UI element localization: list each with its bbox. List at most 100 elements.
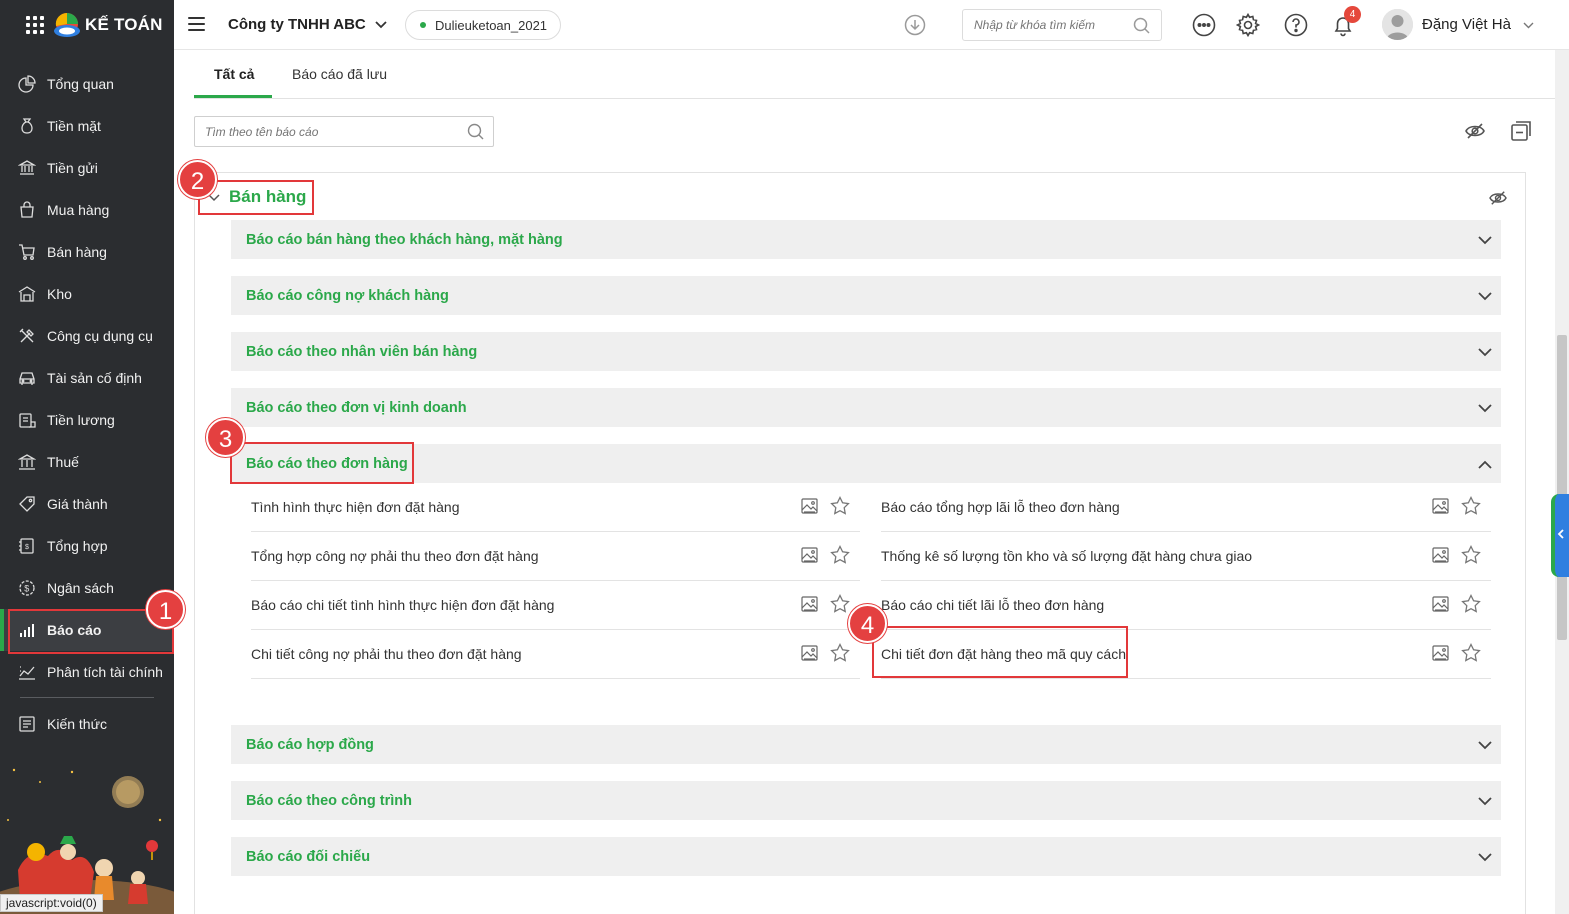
image-preview-icon[interactable]	[801, 644, 818, 661]
section-nhan-vien-ban-hang[interactable]: Báo cáo theo nhân viên bán hàng	[231, 332, 1501, 371]
report-tabs: Tất cả Báo cáo đã lưu	[194, 50, 1555, 99]
image-preview-icon[interactable]	[1432, 644, 1449, 661]
collapse-all-icon[interactable]	[1510, 120, 1532, 145]
sidebar-item-tien-mat[interactable]: Tiền mặt	[0, 105, 174, 147]
sidebar: KẾ TOÁN Tổng quan Tiền mặt Tiền gửi Mua …	[0, 0, 174, 914]
report-item[interactable]: Tình hình thực hiện đơn đặt hàng	[251, 483, 860, 532]
hamburger-menu-icon[interactable]	[188, 17, 205, 31]
app-logo[interactable]: KẾ TOÁN	[52, 11, 163, 39]
bank-icon	[18, 159, 36, 177]
image-preview-icon[interactable]	[1432, 546, 1449, 563]
chevron-down-icon	[1478, 233, 1492, 249]
report-search-input[interactable]	[205, 124, 455, 139]
chevron-up-icon	[1478, 457, 1492, 473]
image-preview-icon[interactable]	[801, 546, 818, 563]
favorite-star-icon[interactable]	[1461, 594, 1481, 613]
chevron-down-icon	[1478, 850, 1492, 866]
sidebar-item-tien-luong[interactable]: Tiền lương	[0, 399, 174, 441]
favorite-star-icon[interactable]	[830, 545, 850, 564]
sidebar-item-kien-thuc[interactable]: Kiến thức	[0, 703, 174, 745]
download-icon[interactable]	[904, 14, 926, 39]
help-icon[interactable]	[1284, 13, 1308, 37]
annotation-box-4	[872, 626, 1128, 678]
shopping-bag-icon	[18, 201, 36, 219]
svg-text:$: $	[24, 584, 29, 594]
database-selector[interactable]: Dulieuketoan_2021	[405, 10, 562, 40]
global-search-box[interactable]	[962, 9, 1162, 41]
user-menu[interactable]: Đặng Việt Hà	[1382, 9, 1534, 40]
tab-all[interactable]: Tất cả	[214, 66, 254, 82]
sidebar-item-label: Công cụ dụng cụ	[47, 328, 153, 344]
sidebar-item-mua-hang[interactable]: Mua hàng	[0, 189, 174, 231]
section-title: Báo cáo theo công trình	[246, 792, 412, 809]
report-item[interactable]: Báo cáo tổng hợp lãi lỗ theo đơn hàng	[881, 483, 1491, 532]
sidebar-item-label: Kiến thức	[47, 716, 107, 732]
section-don-vi-kinh-doanh[interactable]: Báo cáo theo đơn vị kinh doanh	[231, 388, 1501, 427]
scrollbar-thumb[interactable]	[1557, 335, 1567, 640]
image-preview-icon[interactable]	[1432, 595, 1449, 612]
image-preview-icon[interactable]	[1432, 497, 1449, 514]
report-item[interactable]: Báo cáo chi tiết tình hình thực hiện đơn…	[251, 581, 860, 630]
image-preview-icon[interactable]	[801, 497, 818, 514]
tab-saved-reports[interactable]: Báo cáo đã lưu	[292, 66, 387, 82]
section-don-hang[interactable]: Báo cáo theo đơn hàng	[231, 444, 1501, 483]
sidebar-item-tong-quan[interactable]: Tổng quan	[0, 63, 174, 105]
favorite-star-icon[interactable]	[1461, 643, 1481, 662]
logo-text: KẾ TOÁN	[85, 15, 163, 34]
side-panel-toggle[interactable]	[1551, 494, 1569, 577]
sidebar-item-label: Kho	[47, 286, 72, 302]
festival-illustration	[0, 760, 174, 914]
report-title: Báo cáo tổng hợp lãi lỗ theo đơn hàng	[881, 499, 1120, 515]
section-title: Báo cáo hợp đồng	[246, 736, 374, 753]
section-title: Báo cáo bán hàng theo khách hàng, mặt hà…	[246, 231, 563, 248]
favorite-star-icon[interactable]	[1461, 496, 1481, 515]
chevron-down-icon	[375, 16, 387, 33]
favorite-star-icon[interactable]	[1461, 545, 1481, 564]
more-options-icon[interactable]	[1192, 13, 1216, 37]
settings-gear-icon[interactable]	[1235, 12, 1261, 38]
sidebar-item-label: Ngân sách	[47, 580, 114, 596]
company-selector[interactable]: Công ty TNHH ABC	[228, 16, 387, 33]
image-preview-icon[interactable]	[801, 595, 818, 612]
report-item[interactable]: Báo cáo chi tiết lãi lỗ theo đơn hàng	[881, 581, 1491, 630]
money-bag-icon	[18, 117, 36, 135]
car-icon	[18, 369, 36, 387]
section-cong-trinh[interactable]: Báo cáo theo công trình	[231, 781, 1501, 820]
favorite-star-icon[interactable]	[830, 496, 850, 515]
section-hop-dong[interactable]: Báo cáo hợp đồng	[231, 725, 1501, 764]
report-search-box[interactable]	[194, 116, 494, 147]
report-title: Chi tiết công nợ phải thu theo đơn đặt h…	[251, 646, 522, 662]
report-item[interactable]: Thống kê số lượng tồn kho và số lượng đặ…	[881, 532, 1491, 581]
budget-coin-icon: $	[18, 579, 36, 597]
price-tag-icon	[18, 495, 36, 513]
app-grid-icon[interactable]	[26, 16, 44, 34]
top-header: Công ty TNHH ABC Dulieuketoan_2021 4 Đặn…	[174, 0, 1569, 50]
annotation-number-4: 4	[848, 604, 887, 643]
sidebar-item-phan-tich-tai-chinh[interactable]: Phân tích tài chính	[0, 651, 174, 693]
hide-eye-icon[interactable]	[1465, 122, 1485, 143]
sidebar-item-tien-gui[interactable]: Tiền gửi	[0, 147, 174, 189]
section-doi-chieu[interactable]: Báo cáo đối chiếu	[231, 837, 1501, 876]
favorite-star-icon[interactable]	[830, 594, 850, 613]
sidebar-item-tong-hop[interactable]: $ Tổng hợp	[0, 525, 174, 567]
section-ban-hang-khach-hang-mat-hang[interactable]: Báo cáo bán hàng theo khách hàng, mặt hà…	[231, 220, 1501, 259]
global-search-input[interactable]	[974, 18, 1129, 32]
sidebar-item-cong-cu-dung-cu[interactable]: Công cụ dụng cụ	[0, 315, 174, 357]
section-title: Báo cáo theo đơn vị kinh doanh	[246, 399, 467, 416]
sidebar-item-kho[interactable]: Kho	[0, 273, 174, 315]
report-item[interactable]: Chi tiết công nợ phải thu theo đơn đặt h…	[251, 630, 860, 679]
chevron-down-icon	[1478, 289, 1492, 305]
hide-eye-icon[interactable]	[1489, 190, 1507, 209]
favorite-star-icon[interactable]	[830, 643, 850, 662]
sidebar-item-label: Tiền mặt	[47, 118, 101, 134]
sidebar-item-tai-san-co-dinh[interactable]: Tài sản cố định	[0, 357, 174, 399]
sidebar-item-thue[interactable]: Thuế	[0, 441, 174, 483]
sidebar-item-ban-hang[interactable]: Bán hàng	[0, 231, 174, 273]
report-item[interactable]: Tổng hợp công nợ phải thu theo đơn đặt h…	[251, 532, 860, 581]
search-icon[interactable]	[467, 123, 485, 144]
sidebar-item-gia-thanh[interactable]: Giá thành	[0, 483, 174, 525]
report-group-panel: Bán hàng Báo cáo bán hàng theo khách hàn…	[194, 172, 1526, 914]
page-scrollbar[interactable]	[1555, 50, 1569, 914]
section-cong-no-khach-hang[interactable]: Báo cáo công nợ khách hàng	[231, 276, 1501, 315]
search-icon[interactable]	[1133, 17, 1151, 38]
